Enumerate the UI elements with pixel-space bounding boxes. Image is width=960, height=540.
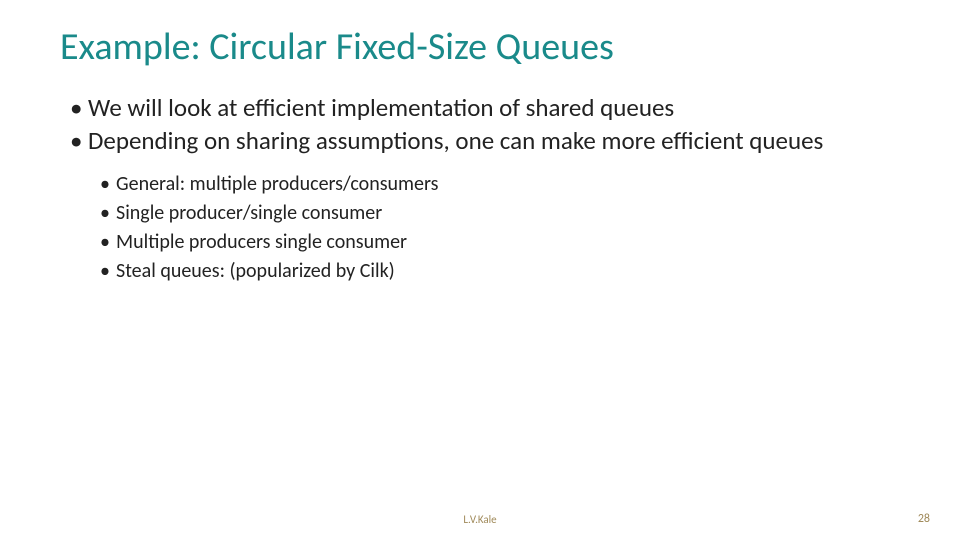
list-item: Steal queues: (popularized by Cilk) (100, 258, 900, 285)
footer-author: L.V.Kale (0, 513, 960, 526)
list-item: We will look at efficient implementation… (70, 92, 900, 123)
slide-title: Example: Circular Fixed-Size Queues (60, 24, 900, 70)
list-item: General: multiple producers/consumers (100, 171, 900, 198)
bullet-list-level1: We will look at efficient implementation… (70, 92, 900, 157)
list-item: Multiple producers single consumer (100, 229, 900, 256)
slide: Example: Circular Fixed-Size Queues We w… (0, 0, 960, 540)
list-item: Single producer/single consumer (100, 200, 900, 227)
footer-page-number: 28 (918, 512, 930, 526)
bullet-list-level2: General: multiple producers/consumers Si… (100, 171, 900, 285)
list-item: Depending on sharing assumptions, one ca… (70, 125, 900, 156)
